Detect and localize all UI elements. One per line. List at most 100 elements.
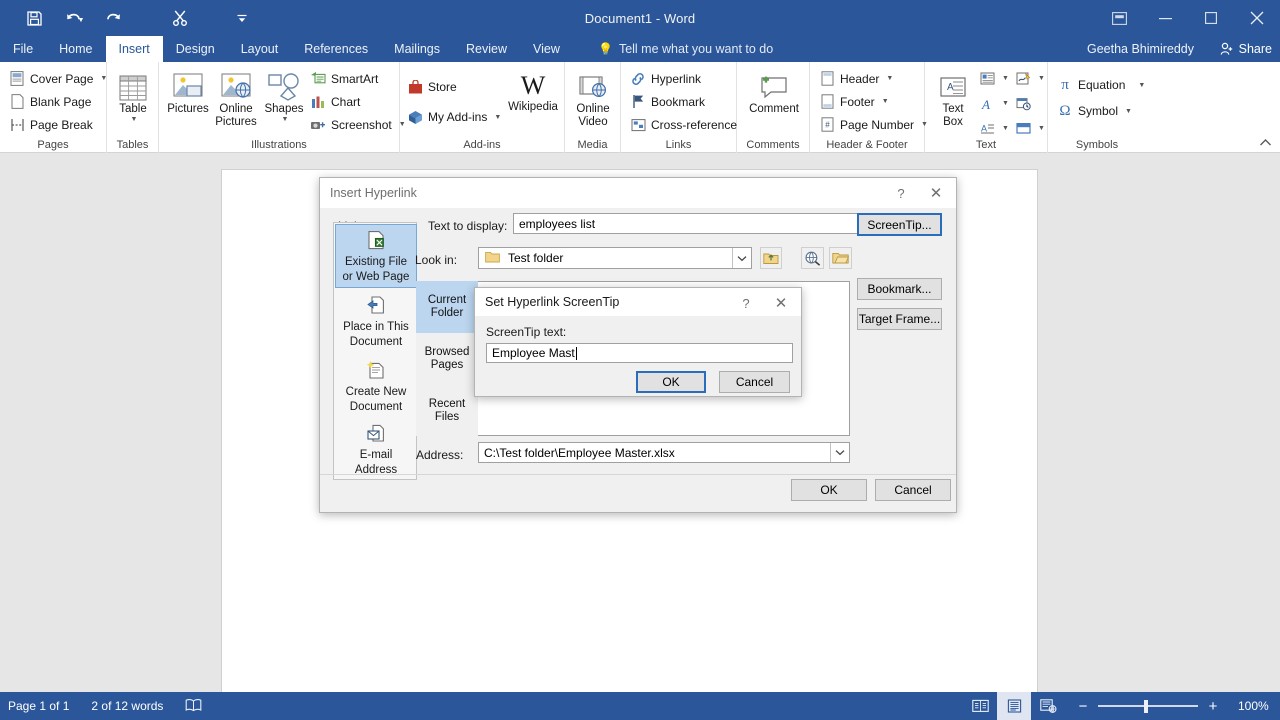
bookmark-button[interactable]: Bookmark — [627, 90, 740, 113]
zoom-level-label[interactable]: 100% — [1238, 699, 1272, 713]
tab-review[interactable]: Review — [453, 36, 520, 62]
tell-me-search[interactable]: 💡 Tell me what you want to do — [598, 36, 773, 62]
chevron-down-icon[interactable]: ▼ — [131, 116, 138, 123]
comment-button[interactable]: Comment — [746, 66, 802, 115]
set-hyperlink-screentip-dialog[interactable]: Set Hyperlink ScreenTip ? ✕ ScreenTip te… — [474, 287, 802, 397]
header-button[interactable]: Header ▼ — [816, 67, 931, 90]
page-number-button[interactable]: # Page Number ▼ — [816, 113, 931, 136]
symbol-button[interactable]: Ω Symbol ▼ — [1054, 98, 1148, 124]
chevron-down-icon[interactable]: ▼ — [1125, 108, 1132, 115]
print-layout-view-button[interactable] — [997, 692, 1031, 720]
screentip-cancel-button[interactable]: Cancel — [719, 371, 790, 393]
target-frame-button[interactable]: Target Frame... — [857, 308, 942, 330]
my-addins-button[interactable]: My Add-ins ▼ — [404, 102, 504, 132]
save-icon[interactable] — [14, 3, 54, 33]
chevron-down-icon[interactable]: ▼ — [1002, 125, 1009, 132]
cut-icon[interactable] — [160, 3, 200, 33]
minimize-icon[interactable] — [1142, 0, 1188, 36]
blank-page-button[interactable]: Blank Page — [6, 90, 110, 113]
store-button[interactable]: Store — [404, 72, 504, 102]
account-name[interactable]: Geetha Bhimireddy — [1087, 36, 1194, 62]
tab-current-folder[interactable]: Current Folder — [416, 281, 478, 333]
screentip-ok-button[interactable]: OK — [636, 371, 706, 393]
equation-button[interactable]: π Equation ▼ — [1054, 72, 1148, 98]
tab-recent-files[interactable]: Recent Files — [416, 385, 478, 436]
close-icon[interactable] — [1234, 0, 1280, 36]
share-button[interactable]: Share — [1220, 36, 1272, 62]
zoom-out-button[interactable]: − — [1077, 698, 1089, 715]
zoom-slider-thumb[interactable] — [1144, 699, 1148, 713]
tab-insert[interactable]: Insert — [105, 36, 163, 62]
chevron-down-icon[interactable]: ▼ — [494, 114, 501, 121]
screenshot-button[interactable]: Screenshot ▼ — [307, 113, 409, 136]
hyperlink-button[interactable]: Hyperlink — [627, 67, 740, 90]
chevron-down-icon[interactable]: ▼ — [1138, 82, 1145, 89]
hyperlink-help-button[interactable]: ? — [886, 178, 916, 208]
tab-browsed-pages[interactable]: Browsed Pages — [416, 333, 478, 385]
chevron-down-icon[interactable]: ▼ — [1002, 75, 1009, 82]
link-to-create-new-document[interactable]: Create New Document — [335, 354, 417, 418]
link-to-place-in-document[interactable]: Place in This Document — [335, 289, 417, 353]
screentip-text-input[interactable]: Employee Mast — [486, 343, 793, 363]
page-info[interactable]: Page 1 of 1 — [8, 699, 69, 713]
restore-icon[interactable] — [1188, 0, 1234, 36]
zoom-slider[interactable] — [1098, 699, 1198, 713]
footer-button[interactable]: Footer ▼ — [816, 90, 931, 113]
pictures-button[interactable]: Pictures — [161, 66, 215, 115]
drop-cap-button[interactable]: A ▼ — [979, 117, 1013, 140]
text-to-display-input[interactable]: employees list — [513, 213, 868, 234]
shapes-button[interactable]: Shapes ▼ — [257, 66, 311, 123]
chevron-down-icon[interactable]: ▼ — [882, 98, 889, 105]
undo-dropdown-caret[interactable]: ▼ — [78, 17, 85, 24]
tab-home[interactable]: Home — [46, 36, 105, 62]
chevron-down-icon[interactable]: ▼ — [1038, 75, 1045, 82]
word-count[interactable]: 2 of 12 words — [91, 699, 163, 713]
object-button[interactable]: ▼ — [1015, 117, 1049, 140]
collapse-ribbon-button[interactable] — [1259, 138, 1272, 150]
tab-design[interactable]: Design — [163, 36, 228, 62]
smartart-button[interactable]: SmartArt — [307, 67, 409, 90]
ribbon-display-options-icon[interactable] — [1096, 0, 1142, 36]
cross-reference-button[interactable]: Cross-reference — [627, 113, 740, 136]
link-to-existing-file[interactable]: Existing File or Web Page — [335, 224, 417, 288]
cover-page-button[interactable]: Cover Page ▼ — [6, 67, 110, 90]
customize-qat-icon[interactable] — [222, 3, 262, 33]
proofing-errors-icon[interactable] — [185, 698, 202, 715]
tab-layout[interactable]: Layout — [228, 36, 292, 62]
chevron-down-icon[interactable]: ▼ — [1038, 125, 1045, 132]
wikipedia-button[interactable]: W Wikipedia — [504, 66, 562, 114]
up-one-folder-button[interactable] — [760, 247, 782, 269]
screentip-help-button[interactable]: ? — [731, 288, 761, 318]
chart-button[interactable]: Chart — [307, 90, 409, 113]
address-combobox[interactable]: C:\Test folder\Employee Master.xlsx — [478, 442, 850, 463]
screentip-close-button[interactable]: ✕ — [761, 288, 801, 318]
hyperlink-cancel-button[interactable]: Cancel — [875, 479, 951, 501]
look-in-combobox[interactable]: Test folder — [478, 247, 752, 269]
wordart-button[interactable]: A ▼ — [979, 92, 1013, 115]
chevron-down-icon[interactable]: ▼ — [1002, 100, 1009, 107]
redo-icon[interactable] — [94, 3, 134, 33]
chevron-down-icon[interactable]: ▼ — [282, 116, 289, 123]
hyperlink-close-button[interactable]: ✕ — [916, 178, 956, 208]
quick-parts-button[interactable]: ▼ — [979, 67, 1013, 90]
link-to-email-address[interactable]: E-mail Address — [335, 419, 417, 480]
browse-web-button[interactable] — [801, 247, 824, 269]
undo-icon[interactable]: ▼ — [54, 3, 94, 33]
zoom-in-button[interactable]: + — [1207, 698, 1219, 715]
web-layout-view-button[interactable] — [1031, 692, 1065, 720]
online-video-button[interactable]: Online Video — [566, 66, 620, 128]
text-box-button[interactable]: A Text Box — [928, 66, 978, 128]
address-dropdown-arrow[interactable] — [830, 443, 849, 462]
tab-view[interactable]: View — [520, 36, 573, 62]
signature-line-button[interactable]: ▼ — [1015, 67, 1049, 90]
date-time-button[interactable] — [1015, 92, 1049, 115]
browse-file-button[interactable] — [829, 247, 852, 269]
online-pictures-button[interactable]: Online Pictures — [209, 66, 263, 128]
hyperlink-ok-button[interactable]: OK — [791, 479, 867, 501]
tab-mailings[interactable]: Mailings — [381, 36, 453, 62]
screentip-button[interactable]: ScreenTip... — [857, 213, 942, 236]
chevron-down-icon[interactable]: ▼ — [886, 75, 893, 82]
page-break-button[interactable]: Page Break — [6, 113, 110, 136]
tab-references[interactable]: References — [291, 36, 381, 62]
bookmark-dialog-button[interactable]: Bookmark... — [857, 278, 942, 300]
